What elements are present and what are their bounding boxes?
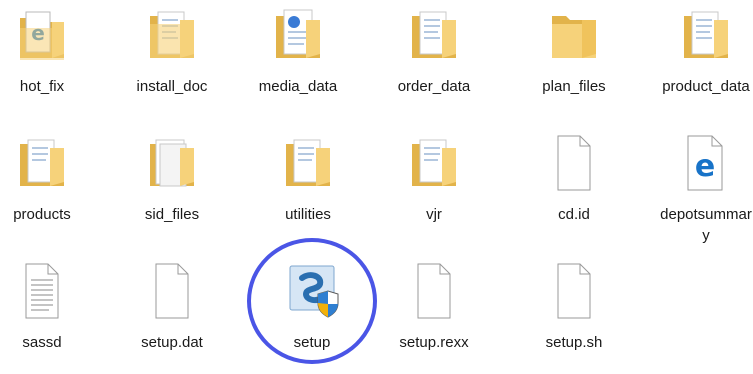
blank-file-icon — [144, 260, 200, 322]
file-item-label: utilities — [285, 206, 331, 223]
file-item-sassd[interactable]: sassd — [0, 256, 90, 374]
folder-with-edge-document-icon: e — [14, 4, 70, 66]
file-icon-grid: e hot_fix install_doc — [0, 0, 753, 370]
file-item-utilities[interactable]: utilities — [260, 128, 356, 246]
file-item-product-data[interactable]: product_data — [658, 0, 753, 118]
folder-icon — [546, 4, 602, 66]
file-item-label: setup.rexx — [399, 334, 469, 351]
file-item-setup[interactable]: setup — [264, 256, 360, 374]
file-item-label: setup — [293, 334, 331, 351]
file-item-order-data[interactable]: order_data — [386, 0, 482, 118]
folder-with-documents-icon — [280, 132, 336, 194]
file-item-label: vjr — [426, 206, 442, 223]
file-item-media-data[interactable]: media_data — [250, 0, 346, 118]
file-item-label: setup.sh — [545, 334, 603, 351]
file-item-vjr[interactable]: vjr — [386, 128, 482, 246]
file-item-label: media_data — [258, 78, 338, 95]
file-item-cd-id[interactable]: cd.id — [526, 128, 622, 246]
blank-file-icon — [546, 132, 602, 194]
file-item-setup-sh[interactable]: setup.sh — [526, 256, 622, 374]
file-item-label: sid_files — [144, 206, 200, 223]
folder-with-documents-icon — [406, 132, 462, 194]
folder-with-media-document-icon — [270, 4, 326, 66]
file-item-label: install_doc — [136, 78, 208, 95]
setup-shield-app-icon — [284, 260, 340, 322]
file-item-depotsummary[interactable]: e depotsummary — [658, 128, 753, 246]
file-item-hot-fix[interactable]: e hot_fix — [0, 0, 90, 118]
edge-html-file-icon: e — [678, 132, 734, 194]
svg-text:e: e — [695, 149, 715, 184]
text-file-icon — [14, 260, 70, 322]
file-item-setup-dat[interactable]: setup.dat — [124, 256, 220, 374]
file-item-label: cd.id — [558, 206, 590, 223]
file-item-setup-rexx[interactable]: setup.rexx — [386, 256, 482, 374]
file-item-label: depotsummary — [660, 206, 752, 244]
file-item-label: sassd — [22, 334, 62, 351]
blank-file-icon — [406, 260, 462, 322]
file-item-label: products — [13, 206, 71, 223]
folder-with-white-documents-icon — [144, 132, 200, 194]
folder-with-documents-icon — [14, 132, 70, 194]
file-item-label: hot_fix — [19, 78, 65, 95]
file-item-label: product_data — [662, 78, 750, 95]
blank-file-icon — [546, 260, 602, 322]
file-item-sid-files[interactable]: sid_files — [124, 128, 220, 246]
file-item-label: plan_files — [542, 78, 606, 95]
file-item-label: setup.dat — [141, 334, 203, 351]
file-item-label: order_data — [397, 78, 471, 95]
folder-with-documents-icon — [144, 4, 200, 66]
folder-with-documents-icon — [406, 4, 462, 66]
file-item-install-doc[interactable]: install_doc — [124, 0, 220, 118]
file-item-plan-files[interactable]: plan_files — [526, 0, 622, 118]
folder-with-documents-icon — [678, 4, 734, 66]
file-item-products[interactable]: products — [0, 128, 90, 246]
